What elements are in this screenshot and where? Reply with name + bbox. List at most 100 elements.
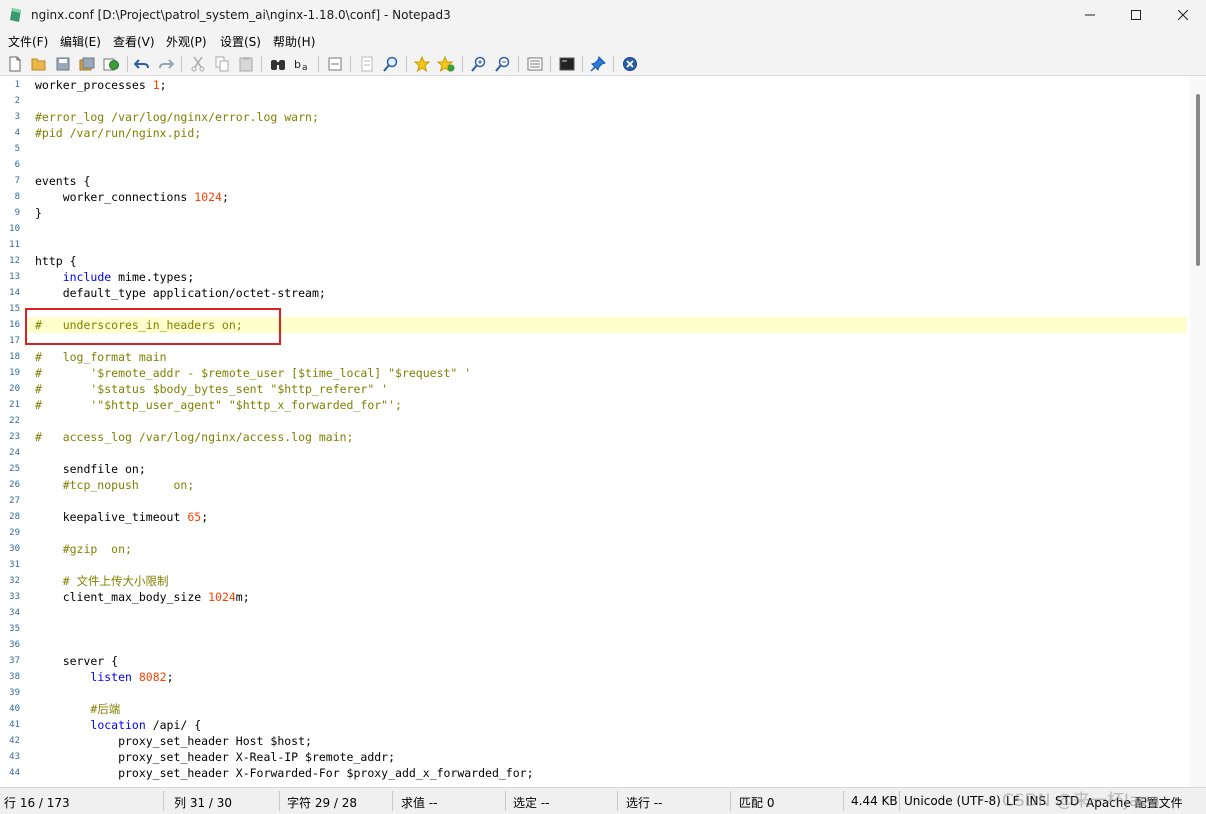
word-wrap-button[interactable]: [326, 55, 344, 73]
copy-button[interactable]: [213, 55, 231, 73]
status-separator: [392, 791, 393, 811]
favorites-button[interactable]: [413, 55, 431, 73]
new-file-button[interactable]: [6, 55, 24, 73]
zoom-in-button[interactable]: [470, 55, 488, 73]
line-number-gutter: 1 2 3 4 5 6 7 8 9 10 11 12 13 14 15 16 17 18 19 20 21 22 23 24 2…: [0, 76, 28, 787]
save-all-button[interactable]: [78, 55, 96, 73]
menu-edit[interactable]: 编辑(E): [60, 33, 101, 50]
code-token: server {: [35, 654, 119, 668]
code-line: # '$remote_addr - $remote_user [$time_lo…: [35, 365, 471, 381]
status-bar: 行 16 / 173 列 31 / 30 字符 29 / 28 求值 -- 选定…: [0, 787, 1206, 814]
pin-icon: [590, 56, 606, 72]
word-wrap-icon: [328, 57, 342, 71]
line-number: 6: [14, 160, 20, 170]
line-number: 19: [9, 368, 20, 378]
line-number: 13: [9, 272, 20, 282]
code-line: # access_log /var/log/nginx/access.log m…: [35, 429, 354, 445]
toolbar: ba: [0, 52, 1206, 76]
code-token: #后端: [35, 702, 121, 716]
replace-button[interactable]: ba: [293, 55, 311, 73]
favorite-star-icon: [414, 56, 430, 72]
line-number: 27: [9, 496, 20, 506]
code-token: #pid /var/run/nginx.pid;: [35, 126, 202, 140]
add-favorite-icon: [437, 56, 455, 72]
line-number: 14: [9, 288, 20, 298]
code-token: # log_format main: [35, 350, 167, 364]
menu-view[interactable]: 查看(V): [113, 33, 155, 50]
maximize-icon: [1131, 10, 1141, 20]
status-encoding[interactable]: Unicode (UTF-8): [904, 794, 1001, 808]
line-number: 9: [14, 208, 20, 218]
close-button[interactable]: [1160, 0, 1206, 30]
status-lexer[interactable]: Apache 配置文件: [1086, 794, 1183, 811]
svg-text:b: b: [294, 58, 301, 71]
menu-appearance[interactable]: 外观(P): [166, 33, 207, 50]
open-button[interactable]: [30, 55, 48, 73]
code-line: # log_format main: [35, 349, 167, 365]
line-number: 28: [9, 512, 20, 522]
notepad3-logo-icon: [10, 8, 21, 22]
toolbar-separator: [181, 56, 182, 72]
vertical-scrollbar[interactable]: [1190, 76, 1206, 787]
run-button[interactable]: [558, 55, 576, 73]
find-button[interactable]: [269, 55, 287, 73]
zoom-find-button[interactable]: [382, 55, 400, 73]
title-bar: nginx.conf [D:\Project\patrol_system_ai\…: [0, 0, 1206, 30]
code-token: # '"$http_user_agent" "$http_x_forwarded…: [35, 398, 402, 412]
menu-file[interactable]: 文件(F): [8, 33, 48, 50]
status-insert-mode[interactable]: INS: [1026, 794, 1046, 808]
status-selection: 选定 --: [513, 796, 550, 810]
save-button[interactable]: [54, 55, 72, 73]
code-line: #pid /var/run/nginx.pid;: [35, 125, 201, 141]
line-number: 10: [9, 224, 20, 234]
menu-help[interactable]: 帮助(H): [273, 33, 315, 50]
code-line: # '$status $body_bytes_sent "$http_refer…: [35, 381, 388, 397]
line-number: 36: [9, 640, 20, 650]
save-all-icon: [79, 57, 95, 71]
code-line: listen 8082;: [35, 669, 173, 685]
status-eol[interactable]: LF: [1006, 794, 1020, 808]
toolbar-separator: [462, 56, 463, 72]
line-numbers-button[interactable]: [358, 55, 376, 73]
undo-button[interactable]: [133, 55, 151, 73]
redo-icon: [159, 59, 174, 69]
editor[interactable]: 1 2 3 4 5 6 7 8 9 10 11 12 13 14 15 16 17 18 19 20 21 22 23 24 2…: [0, 76, 1206, 787]
code-token: #error_log /var/log/nginx/error.log warn…: [35, 110, 319, 124]
status-separator: [899, 791, 900, 811]
line-number: 25: [9, 464, 20, 474]
line-number: 43: [9, 752, 20, 762]
status-line: 行 16 / 173: [4, 796, 70, 810]
settings-list-button[interactable]: [526, 55, 544, 73]
undo-icon: [134, 59, 149, 69]
status-file-size: 4.44 KB: [851, 794, 898, 808]
add-favorite-button[interactable]: [437, 55, 455, 73]
code-token: ;: [159, 78, 167, 92]
exit-button[interactable]: [621, 55, 639, 73]
code-line: #error_log /var/log/nginx/error.log warn…: [35, 109, 319, 125]
line-number: 22: [9, 416, 20, 426]
scrollbar-thumb[interactable]: [1196, 94, 1200, 266]
code-token: ;: [201, 510, 209, 524]
toolbar-separator: [613, 56, 614, 72]
line-number: 33: [9, 592, 20, 602]
status-separator: [730, 791, 731, 811]
line-number: 34: [9, 608, 20, 618]
line-numbers-icon: [361, 56, 373, 72]
close-icon: [1178, 10, 1188, 20]
zoom-out-icon: [495, 56, 510, 72]
browse-icon: [103, 58, 119, 71]
code-token: http {: [35, 254, 77, 268]
maximize-button[interactable]: [1113, 0, 1159, 30]
pin-button[interactable]: [589, 55, 607, 73]
menu-settings[interactable]: 设置(S): [220, 33, 261, 50]
redo-button[interactable]: [157, 55, 175, 73]
paste-button[interactable]: [237, 55, 255, 73]
zoom-out-button[interactable]: [494, 55, 512, 73]
toolbar-separator: [518, 56, 519, 72]
status-selected-lines: 选行 --: [626, 796, 663, 810]
replace-icon: ba: [294, 58, 308, 72]
browse-button[interactable]: [102, 55, 120, 73]
status-match: 匹配 0: [739, 796, 775, 810]
minimize-button[interactable]: [1067, 0, 1113, 30]
cut-button[interactable]: [189, 55, 207, 73]
